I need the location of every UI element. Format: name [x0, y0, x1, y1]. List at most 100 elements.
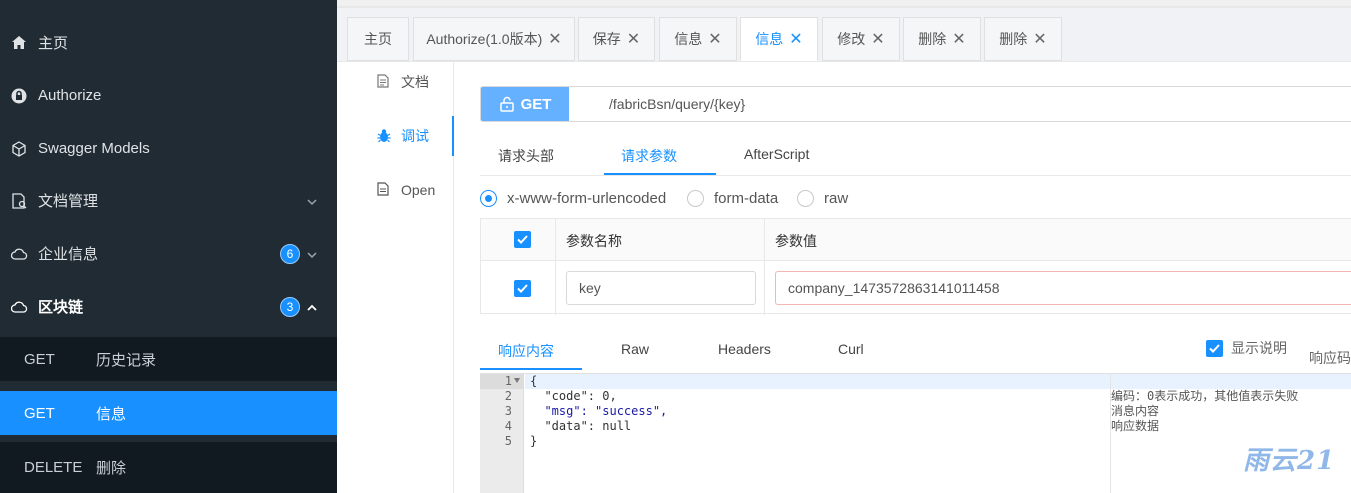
tab-delete[interactable]: 删除 ✕ — [903, 17, 981, 61]
doc-tab-debug[interactable]: 调试 — [337, 116, 454, 156]
watermark-logo: 雨云21 — [1243, 446, 1336, 476]
close-icon[interactable]: ✕ — [548, 29, 561, 49]
close-icon[interactable]: ✕ — [952, 29, 965, 49]
tab-label: Authorize(1.0版本) — [426, 31, 543, 47]
content-type-radios: x-www-form-urlencoded form-data raw — [480, 188, 1351, 210]
code-line: "msg": "success", — [530, 404, 668, 418]
url-bar: GET /fabricBsn/query/{key} — [480, 86, 1351, 122]
sidebar-item-home[interactable]: 主页 — [0, 16, 337, 69]
param-name-input[interactable]: key — [566, 271, 756, 305]
close-icon[interactable]: ✕ — [871, 29, 884, 49]
lock-icon — [10, 87, 28, 105]
chevron-up-icon — [306, 301, 318, 313]
sidebar-item-label: 主页 — [38, 35, 69, 52]
debug-panel: GET /fabricBsn/query/{key} 请求头部 请求参数 Aft… — [454, 62, 1351, 493]
unlock-icon — [499, 96, 514, 112]
active-line-highlight — [525, 374, 1351, 389]
doc-tab-document[interactable]: 文档 — [337, 62, 454, 102]
tab-label: 信息 — [755, 31, 784, 47]
tab-label: 删除 — [918, 31, 947, 47]
code-line: } — [530, 434, 538, 448]
cloud-icon — [10, 245, 28, 263]
sidebar-subitem-delete[interactable]: DELETE 删除 — [0, 442, 337, 493]
tab-info-active[interactable]: 信息 ✕ — [740, 17, 818, 61]
tab-label: 保存 — [592, 31, 621, 47]
tab-label: 修改 — [837, 31, 866, 47]
tab-curl[interactable]: Curl — [838, 341, 864, 357]
tab-request-params[interactable]: 请求参数 — [621, 146, 677, 166]
tab-headers[interactable]: Headers — [718, 341, 771, 357]
count-badge: 6 — [280, 243, 300, 264]
fold-arrow-icon[interactable] — [514, 378, 520, 383]
line-number: 5 — [504, 434, 512, 448]
line-number: 4 — [504, 419, 512, 433]
http-method: DELETE — [24, 459, 83, 476]
bug-icon — [377, 128, 391, 144]
tab-label: 主页 — [364, 31, 392, 47]
sidebar-item-swagger-models[interactable]: Swagger Models — [0, 122, 337, 175]
radio-form-data[interactable]: form-data — [687, 190, 778, 207]
request-method: GET — [520, 95, 552, 113]
sidebar-item-label: 区块链 — [38, 299, 84, 316]
sidebar-item-blockchain[interactable]: 区块链 3 — [0, 280, 337, 333]
param-value-input[interactable]: company_1473572863141011458 — [775, 271, 1351, 305]
param-value-header: 参数值 — [775, 233, 817, 249]
response-editor[interactable]: 1 2 3 4 5 { "code": 0, "msg": "success",… — [480, 373, 1351, 493]
tab-delete-2[interactable]: 删除 ✕ — [984, 17, 1062, 61]
home-icon — [10, 34, 28, 52]
show-description-checkbox[interactable] — [1206, 339, 1223, 357]
close-icon[interactable]: ✕ — [708, 29, 721, 49]
code-line: "code": 0, — [530, 389, 617, 403]
sidebar-subitem-history[interactable]: GET 历史记录 — [0, 337, 337, 381]
radio-x-www-form-urlencoded[interactable]: x-www-form-urlencoded — [480, 190, 666, 207]
radio-raw[interactable]: raw — [797, 190, 848, 207]
show-description-toggle[interactable]: 显示说明 — [1206, 338, 1287, 358]
tab-afterscript[interactable]: AfterScript — [744, 146, 809, 162]
row-checkbox[interactable] — [514, 280, 531, 297]
file-text-icon — [377, 182, 391, 198]
sidebar-item-label: 企业信息 — [38, 246, 99, 263]
select-all-checkbox[interactable] — [514, 231, 531, 248]
close-icon[interactable]: ✕ — [1033, 29, 1046, 49]
code-line: { — [530, 374, 538, 388]
doc-tabs: 文档 调试 Open — [337, 62, 454, 493]
response-code-label: 响应码: — [1309, 350, 1351, 366]
sidebar-subitem-info[interactable]: GET 信息 — [0, 391, 337, 435]
radio-label: raw — [824, 190, 849, 207]
chevron-down-icon — [306, 195, 318, 207]
tab-response-content[interactable]: 响应内容 — [498, 341, 554, 361]
sidebar-item-enterprise-info[interactable]: 企业信息 6 — [0, 227, 337, 280]
params-table: 参数名称 参数值 key company_1473572863141011458 — [480, 218, 1351, 315]
sidebar-item-label: 文档管理 — [38, 193, 99, 210]
tab-authorize[interactable]: Authorize(1.0版本) ✕ — [413, 17, 575, 61]
tab-home[interactable]: 主页 — [347, 17, 409, 61]
models-icon — [10, 140, 28, 158]
close-icon[interactable]: ✕ — [627, 29, 640, 49]
line-number: 2 — [504, 389, 512, 403]
tab-label: 删除 — [999, 31, 1028, 47]
tab-request-headers[interactable]: 请求头部 — [498, 146, 554, 166]
file-icon — [377, 74, 391, 90]
param-name-header: 参数名称 — [566, 233, 622, 249]
doc-tab-open[interactable]: Open — [337, 170, 454, 210]
tab-info[interactable]: 信息 ✕ — [659, 17, 737, 61]
request-url[interactable]: /fabricBsn/query/{key} — [609, 96, 745, 112]
tab-save[interactable]: 保存 ✕ — [578, 17, 655, 61]
code-line: "data": null — [530, 419, 632, 433]
sidebar-item-doc-management[interactable]: 文档管理 — [0, 174, 337, 227]
doc-tab-label: Open — [401, 182, 436, 198]
sidebar-item-authorize[interactable]: Authorize — [0, 69, 337, 122]
tab-edit[interactable]: 修改 ✕ — [822, 17, 900, 61]
active-tab-indicator — [480, 368, 582, 370]
tab-label: 信息 — [674, 31, 703, 47]
show-description-label: 显示说明 — [1231, 340, 1287, 356]
radio-label: form-data — [714, 190, 779, 207]
doc-tab-label: 调试 — [401, 128, 429, 144]
send-button[interactable]: GET — [481, 87, 569, 121]
chevron-down-icon — [306, 248, 318, 260]
tab-raw[interactable]: Raw — [621, 341, 649, 357]
sidebar: 主页 Authorize Swagger Models 文档管理 企业信息 6 … — [0, 0, 337, 493]
count-badge: 3 — [280, 296, 300, 317]
close-icon[interactable]: ✕ — [789, 29, 802, 49]
request-tabs: 请求头部 请求参数 AfterScript — [480, 136, 1351, 176]
